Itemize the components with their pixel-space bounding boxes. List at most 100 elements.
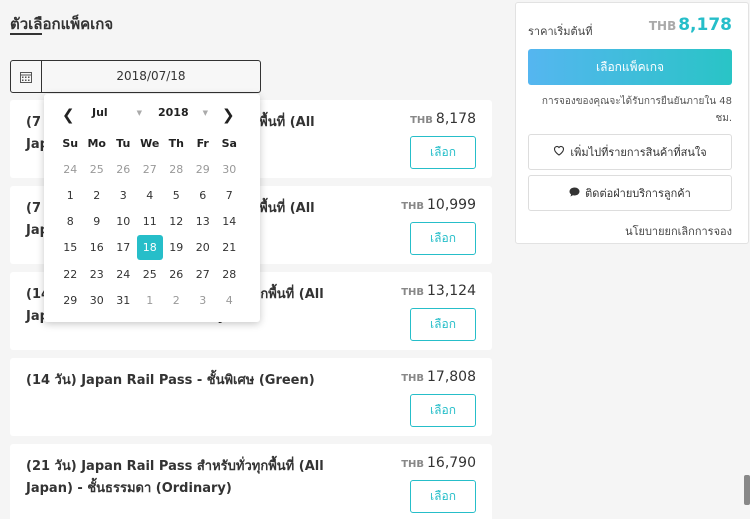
calendar-popup: ❮ Jul ▼ 2018 ▼ ❯ Su Mo Tu We Th Fr Sa 24 25 26 27 2…: [44, 94, 260, 322]
calendar-day[interactable]: 21: [216, 235, 243, 261]
calendar-day[interactable]: 29: [57, 287, 84, 313]
calendar-day[interactable]: 4: [216, 287, 243, 313]
calendar-day-number: 13: [195, 215, 210, 229]
calendar-day-number: 15: [63, 241, 78, 255]
booking-sidebar: ราคาเริ่มต้นที่ THB 8,178 เลือกแพ็คเกจ กา…: [515, 2, 749, 244]
calendar-day[interactable]: 16: [84, 235, 111, 261]
calendar-day[interactable]: 6: [190, 182, 217, 208]
calendar-day-number: 4: [146, 188, 154, 202]
calendar-day-number: 17: [116, 241, 131, 255]
wishlist-label: เพิ่มไปที่รายการสินค้าที่สนใจ: [570, 146, 707, 159]
calendar-day-number: 28: [169, 162, 184, 176]
prev-month-icon[interactable]: ❮: [62, 106, 75, 124]
select-button[interactable]: เลือก: [410, 136, 476, 169]
calendar-day[interactable]: 26: [110, 156, 137, 182]
select-button[interactable]: เลือก: [410, 222, 476, 255]
calendar-day-number: 12: [169, 215, 184, 229]
calendar-day[interactable]: 3: [190, 287, 217, 313]
weekday-header: Th: [168, 136, 184, 150]
calendar-day-number: 19: [169, 241, 184, 255]
currency-label: THB: [401, 287, 424, 298]
currency-label: THB: [401, 459, 424, 470]
calendar-day[interactable]: 8: [57, 209, 84, 235]
calendar-day-number: 22: [63, 267, 78, 281]
starting-price: THB 8,178: [649, 15, 732, 35]
calendar-day-number: 24: [116, 267, 131, 281]
weekday-header: We: [140, 136, 160, 150]
price-value: 10,999: [427, 197, 476, 213]
calendar-day[interactable]: 27: [190, 261, 217, 287]
calendar-day[interactable]: 2: [163, 287, 190, 313]
calendar-day-number: 14: [222, 215, 237, 229]
package-price: THB 10,999: [401, 197, 476, 213]
package-card: (14 วัน) Japan Rail Pass - ชั้นพิเศษ (Gr…: [10, 358, 492, 436]
calendar-day[interactable]: 9: [84, 209, 111, 235]
calendar-day[interactable]: 12: [163, 209, 190, 235]
calendar-day-number: 29: [63, 293, 78, 307]
calendar-day-number: 4: [225, 293, 233, 307]
calendar-day[interactable]: 17: [110, 235, 137, 261]
cancellation-policy-link[interactable]: นโยบายยกเลิกการจอง: [625, 222, 732, 240]
calendar-day[interactable]: 25: [137, 261, 164, 287]
calendar-day-number: 8: [66, 215, 74, 229]
calendar-icon[interactable]: [11, 61, 42, 92]
date-value[interactable]: 2018/07/18: [42, 61, 260, 92]
weekday-header: Su: [62, 136, 79, 150]
calendar-day-number: 3: [119, 188, 127, 202]
calendar-day[interactable]: 15: [57, 235, 84, 261]
calendar-day-number: 24: [63, 162, 78, 176]
package-card: (21 วัน) Japan Rail Pass สำหรับทั่วทุกพื…: [10, 444, 492, 519]
calendar-day-number: 10: [116, 215, 131, 229]
currency-label: THB: [648, 19, 677, 33]
calendar-day[interactable]: 23: [84, 261, 111, 287]
calendar-day-number: 9: [93, 215, 101, 229]
weekday-header: Sa: [221, 136, 237, 150]
price-value: 13,124: [427, 283, 476, 299]
next-month-icon[interactable]: ❯: [222, 106, 235, 124]
contact-label: ติดต่อฝ่ายบริการลูกค้า: [585, 187, 691, 200]
calendar-day-number: 30: [222, 162, 237, 176]
select-button[interactable]: เลือก: [410, 480, 476, 513]
calendar-day[interactable]: 30: [216, 156, 243, 182]
price-value: 17,808: [427, 369, 476, 385]
calendar-day[interactable]: 1: [57, 182, 84, 208]
calendar-day[interactable]: 3: [110, 182, 137, 208]
calendar-day[interactable]: 22: [57, 261, 84, 287]
calendar-day[interactable]: 26: [163, 261, 190, 287]
calendar-day-number: 18: [136, 235, 163, 261]
date-picker-input[interactable]: 2018/07/18: [10, 60, 261, 93]
calendar-day[interactable]: 2: [84, 182, 111, 208]
month-select[interactable]: Jul ▼: [92, 106, 144, 119]
scrollbar-thumb[interactable]: [744, 475, 750, 505]
calendar-day[interactable]: 24: [110, 261, 137, 287]
price-value: 16,790: [427, 455, 476, 471]
calendar-day[interactable]: 10: [110, 209, 137, 235]
calendar-day[interactable]: 4: [137, 182, 164, 208]
calendar-day[interactable]: 11: [137, 209, 164, 235]
calendar-day[interactable]: 1: [137, 287, 164, 313]
calendar-day-number: 31: [116, 293, 131, 307]
calendar-day[interactable]: 28: [163, 156, 190, 182]
calendar-day[interactable]: 24: [57, 156, 84, 182]
contact-support-button[interactable]: ติดต่อฝ่ายบริการลูกค้า: [528, 175, 732, 211]
calendar-day[interactable]: 13: [190, 209, 217, 235]
calendar-day[interactable]: 30: [84, 287, 111, 313]
calendar-day[interactable]: 28: [216, 261, 243, 287]
calendar-day-selected[interactable]: 18: [136, 235, 164, 261]
select-button[interactable]: เลือก: [410, 394, 476, 427]
year-select[interactable]: 2018 ▼: [158, 106, 210, 119]
select-package-button[interactable]: เลือกแพ็คเกจ: [528, 49, 732, 85]
add-to-wishlist-button[interactable]: เพิ่มไปที่รายการสินค้าที่สนใจ: [528, 134, 732, 170]
calendar-day[interactable]: 29: [190, 156, 217, 182]
calendar-day[interactable]: 7: [216, 182, 243, 208]
calendar-day[interactable]: 19: [163, 235, 190, 261]
calendar-day[interactable]: 31: [110, 287, 137, 313]
calendar-day-number: 20: [195, 241, 210, 255]
calendar-day[interactable]: 5: [163, 182, 190, 208]
select-button[interactable]: เลือก: [410, 308, 476, 341]
calendar-day[interactable]: 27: [137, 156, 164, 182]
calendar-day[interactable]: 20: [190, 235, 217, 261]
calendar-day[interactable]: 14: [216, 209, 243, 235]
year-value: 2018: [158, 106, 189, 119]
calendar-day[interactable]: 25: [84, 156, 111, 182]
